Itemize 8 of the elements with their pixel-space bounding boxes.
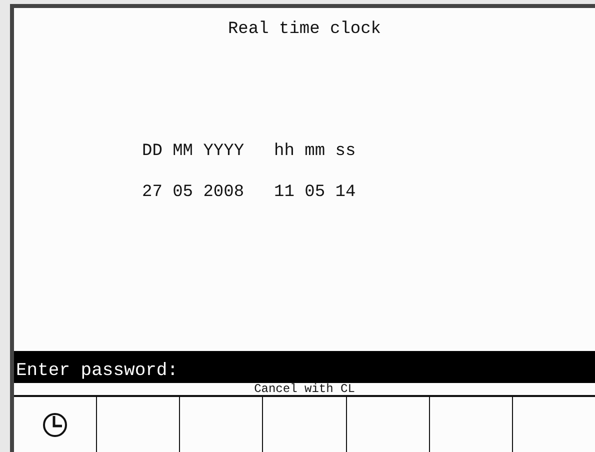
screen-title: Real time clock <box>228 20 382 39</box>
clock-icon <box>42 412 68 438</box>
password-prompt[interactable]: Enter password: <box>14 351 595 383</box>
cancel-hint: Cancel with CL <box>254 383 355 393</box>
field-value: 27 05 2008 <box>142 183 244 202</box>
field-label: hh mm ss <box>274 142 356 161</box>
field-value: 11 05 14 <box>274 183 356 202</box>
field-label: DD MM YYYY <box>142 142 244 161</box>
